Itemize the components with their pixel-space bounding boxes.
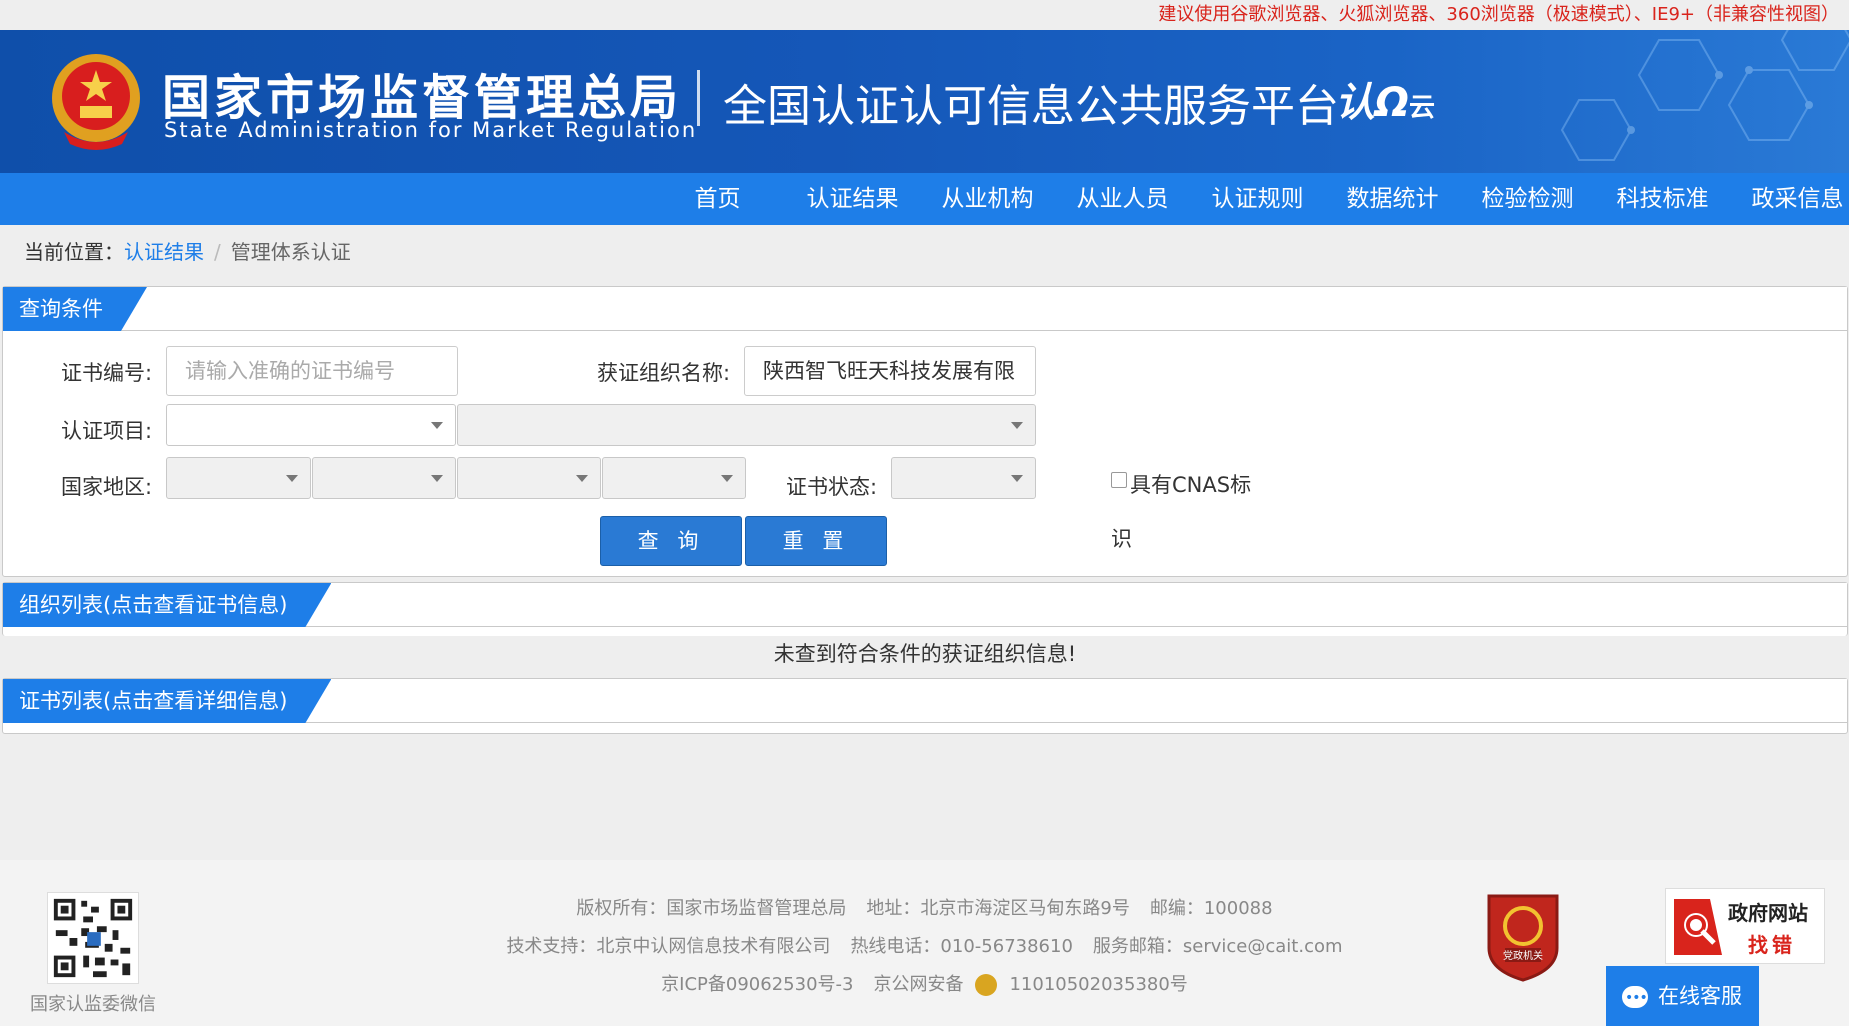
national-emblem-icon [52, 54, 140, 150]
org-name-input[interactable]: 陕西智飞旺天科技发展有限 [744, 346, 1036, 396]
nav-inspection[interactable]: 检验检测 [1460, 173, 1595, 225]
project-select-2[interactable] [457, 404, 1036, 446]
nav-rules[interactable]: 认证规则 [1190, 173, 1325, 225]
gov-website-error-report[interactable]: 政府网站 找错 [1665, 888, 1825, 964]
query-panel-title: 查询条件 [3, 287, 147, 331]
footer-line-3: 京ICP备09062530号-3 京公网安备 11010502035380号 [0, 970, 1849, 996]
footer-line-2: 技术支持：北京中认网信息技术有限公司 热线电话：010-56738610 服务邮箱：… [0, 932, 1849, 958]
org-list-empty-message: 未查到符合条件的获证组织信息! [773, 642, 1077, 666]
query-panel-header: 查询条件 [3, 287, 1847, 331]
party-government-badge-icon: 党政机关 [1487, 894, 1559, 982]
breadcrumb: 当前位置：认证结果 / 管理体系认证 [24, 236, 351, 265]
nav-standards[interactable]: 科技标准 [1595, 173, 1730, 225]
cert-list-title: 证书列表(点击查看详细信息) [3, 679, 331, 723]
header-banner: 国家市场监督管理总局 State Administration for Mark… [0, 30, 1849, 173]
project-label: 认证项目: [61, 419, 153, 443]
nav-institutions[interactable]: 从业机构 [920, 173, 1055, 225]
logo-sub: 云 [1409, 93, 1436, 123]
chevron-down-icon [1011, 422, 1023, 429]
footer-email[interactable]: 服务邮箱：service@cait.com [1093, 936, 1343, 957]
renzheng-cloud-logo: 认Ω云 [1335, 80, 1436, 126]
cnas-checkbox[interactable] [1111, 472, 1127, 488]
header-divider [697, 70, 700, 126]
browser-notice: 建议使用谷歌浏览器、火狐浏览器、360浏览器（极速模式）、IE9+（非兼容性视图… [0, 0, 1849, 30]
gov-website-title: 政府网站 [1728, 901, 1808, 925]
police-badge-icon [975, 974, 998, 996]
police-record-link[interactable]: 11010502035380号 [1009, 974, 1187, 995]
footer-hotline: 热线电话：010-56738610 [850, 936, 1073, 957]
online-service-label: 在线客服 [1658, 984, 1742, 1008]
footer-copyright: 版权所有：国家市场监督管理总局 [576, 898, 847, 919]
police-prefix: 京公网安备 [873, 974, 964, 995]
nav-personnel[interactable]: 从业人员 [1055, 173, 1190, 225]
chevron-down-icon [431, 475, 443, 482]
project-select-1[interactable] [166, 404, 456, 446]
footer: 国家认监委微信 版权所有：国家市场监督管理总局 地址：北京市海淀区马甸东路9号 邮编… [0, 860, 1849, 1026]
gov-website-subtitle: 找错 [1748, 933, 1796, 957]
reset-button[interactable]: 重 置 [745, 516, 887, 566]
magnifier-icon [1674, 899, 1722, 955]
cert-list-panel: 证书列表(点击查看详细信息) [2, 678, 1848, 734]
search-button[interactable]: 查 询 [600, 516, 742, 566]
online-service-button[interactable]: 在线客服 [1606, 966, 1759, 1026]
status-label: 证书状态: [786, 475, 878, 499]
nav-home[interactable]: 首页 [650, 173, 785, 225]
status-select[interactable] [891, 457, 1036, 499]
cert-no-input[interactable]: 请输入准确的证书编号 [166, 346, 458, 396]
breadcrumb-current: 管理体系认证 [230, 240, 351, 264]
region-select-4[interactable] [602, 457, 746, 499]
main-nav: 首页 认证结果 从业机构 从业人员 认证规则 数据统计 检验检测 科技标准 政采… [0, 173, 1849, 225]
cert-list-header: 证书列表(点击查看详细信息) [3, 679, 1847, 723]
cnas-label: 具有CNAS标 [1130, 473, 1252, 497]
nav-procurement[interactable]: 政采信息 [1730, 173, 1849, 225]
org-list-header: 组织列表(点击查看证书信息) [3, 583, 1847, 627]
query-panel: 查询条件 证书编号: 请输入准确的证书编号 获证组织名称: 陕西智飞旺天科技发展… [2, 286, 1848, 577]
region-select-3[interactable] [457, 457, 601, 499]
logo-main: 认 [1335, 80, 1375, 126]
region-select-2[interactable] [312, 457, 456, 499]
chevron-down-icon [286, 475, 298, 482]
org-list-panel: 组织列表(点击查看证书信息) [2, 582, 1848, 636]
breadcrumb-separator: / [214, 240, 221, 264]
chevron-down-icon [1011, 475, 1023, 482]
chevron-down-icon [721, 475, 733, 482]
footer-postcode: 邮编：100088 [1149, 898, 1273, 919]
cert-no-label: 证书编号: [61, 361, 153, 385]
chevron-down-icon [576, 475, 588, 482]
org-list-title: 组织列表(点击查看证书信息) [3, 583, 331, 627]
platform-title: 全国认证认可信息公共服务平台 [723, 81, 1339, 132]
nav-statistics[interactable]: 数据统计 [1325, 173, 1460, 225]
region-select-1[interactable] [166, 457, 311, 499]
chat-bubble-icon [1622, 968, 1648, 1026]
breadcrumb-prefix: 当前位置： [24, 240, 124, 264]
chevron-down-icon [431, 422, 443, 429]
org-name-label: 获证组织名称: [597, 361, 731, 385]
region-label: 国家地区: [61, 475, 153, 499]
nav-cert-results[interactable]: 认证结果 [785, 173, 920, 225]
breadcrumb-link-cert-results[interactable]: 认证结果 [124, 240, 204, 264]
icp-link[interactable]: 京ICP备09062530号-3 [661, 974, 853, 995]
footer-address: 地址：北京市海淀区马甸东路9号 [866, 898, 1130, 919]
party-badge-text: 党政机关 [1503, 949, 1543, 962]
cnas-label-wrap: 识 [1111, 527, 1132, 551]
footer-line-1: 版权所有：国家市场监督管理总局 地址：北京市海淀区马甸东路9号 邮编：100088 [0, 894, 1849, 920]
footer-tech-support: 技术支持：北京中认网信息技术有限公司 [506, 936, 831, 957]
org-name-en: State Administration for Market Regulati… [164, 118, 698, 142]
